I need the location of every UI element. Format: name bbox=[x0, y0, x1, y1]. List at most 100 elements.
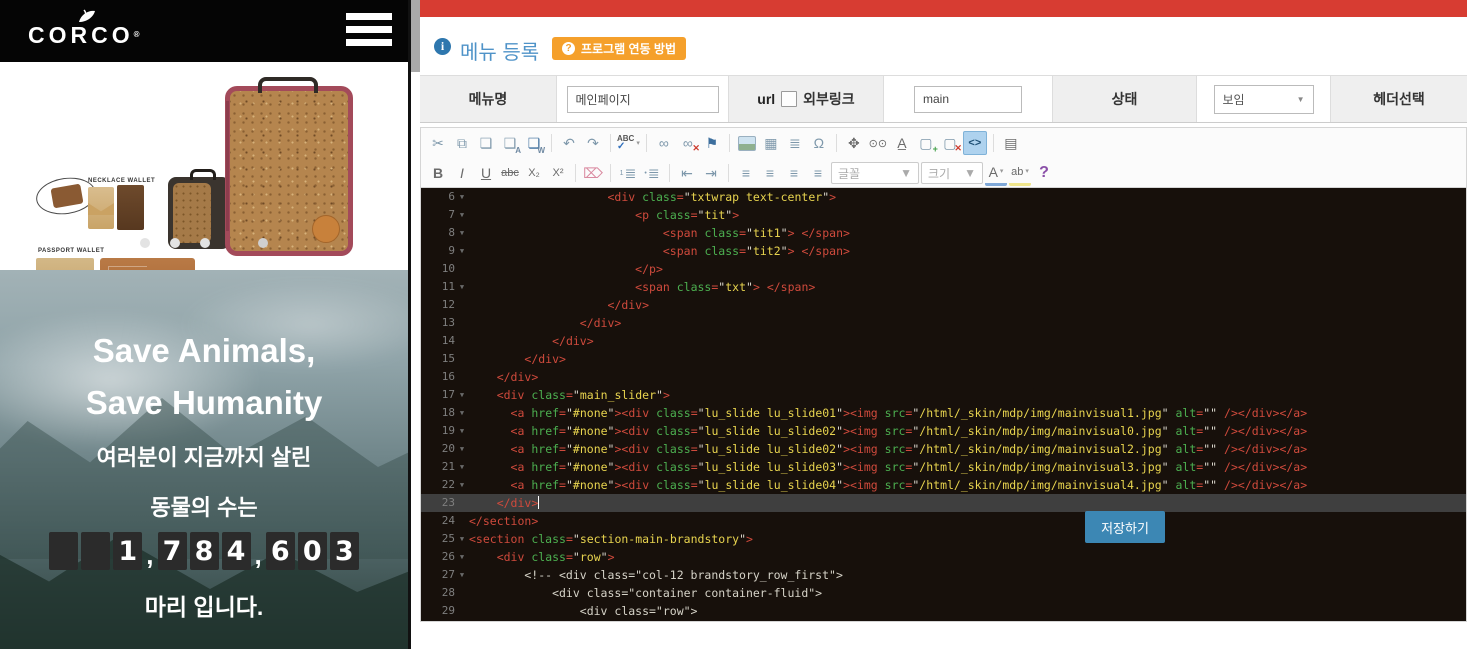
about-button[interactable]: ? bbox=[1033, 162, 1055, 184]
bubble-remove-icon[interactable]: ▢✕ bbox=[939, 132, 961, 154]
code-line-30[interactable]: 30 <div class="col-12 col-xl-5 bland-thu… bbox=[421, 620, 1466, 621]
code-line-18[interactable]: 18▼ <a href="#none"><div class="lu_slide… bbox=[421, 404, 1466, 422]
fold-arrow-icon[interactable]: ▼ bbox=[455, 188, 469, 206]
code-line-23[interactable]: 23 </div> bbox=[421, 494, 1466, 512]
fold-arrow-icon[interactable]: ▼ bbox=[455, 278, 469, 296]
code-line-12[interactable]: 12 </div> bbox=[421, 296, 1466, 314]
align-left-icon[interactable]: ≡ bbox=[735, 162, 757, 184]
cut-icon[interactable]: ✂ bbox=[427, 132, 449, 154]
subscript-button[interactable]: X₂ bbox=[523, 162, 545, 184]
anchor-flag-icon[interactable]: ⚑ bbox=[701, 132, 723, 154]
superscript-button[interactable]: X² bbox=[547, 162, 569, 184]
fold-arrow-icon[interactable]: ▼ bbox=[455, 530, 469, 548]
table-icon[interactable]: ▦ bbox=[760, 132, 782, 154]
bold-button[interactable]: B bbox=[427, 162, 449, 184]
slider-dot-2[interactable] bbox=[170, 238, 180, 248]
slider-dot-1[interactable] bbox=[140, 238, 150, 248]
code-line-25[interactable]: 25▼<section class="section-main-brandsto… bbox=[421, 530, 1466, 548]
spellcheck-icon[interactable]: ABC✓▾ bbox=[617, 132, 640, 154]
code-line-8[interactable]: 8▼ <span class="tit1"> </span> bbox=[421, 224, 1466, 242]
maximize-icon[interactable]: ✥ bbox=[843, 132, 865, 154]
hamburger-menu-icon[interactable] bbox=[346, 13, 392, 47]
code-line-7[interactable]: 7▼ <p class="tit"> bbox=[421, 206, 1466, 224]
code-line-16[interactable]: 16 </div> bbox=[421, 368, 1466, 386]
bg-color-button[interactable]: ab▾ bbox=[1009, 161, 1031, 186]
horizontal-line-icon[interactable]: ≣ bbox=[784, 132, 806, 154]
url-input[interactable] bbox=[914, 86, 1022, 113]
paste-text-icon[interactable]: ❏A bbox=[499, 132, 521, 154]
status-select[interactable]: 보임▼ bbox=[1214, 85, 1314, 114]
special-char-icon[interactable]: Ω bbox=[808, 132, 830, 154]
bubble-add-icon[interactable]: ▢+ bbox=[915, 132, 937, 154]
bullet-list-icon[interactable]: ≣• bbox=[641, 162, 663, 184]
align-right-icon[interactable]: ≡ bbox=[783, 162, 805, 184]
code-line-11[interactable]: 11▼ <span class="txt"> </span> bbox=[421, 278, 1466, 296]
code-line-14[interactable]: 14 </div> bbox=[421, 332, 1466, 350]
copy-icon[interactable]: ⧉ bbox=[451, 132, 473, 154]
brand-logo[interactable]: CORCO® bbox=[28, 8, 144, 48]
select-all-icon[interactable]: A̲ bbox=[891, 132, 913, 154]
undo-icon[interactable]: ↶ bbox=[558, 132, 580, 154]
indent-icon[interactable]: ⇥ bbox=[700, 162, 722, 184]
fold-arrow-icon[interactable]: ▼ bbox=[455, 422, 469, 440]
redo-icon[interactable]: ↷ bbox=[582, 132, 604, 154]
toolbar-separator bbox=[575, 164, 576, 182]
fold-arrow-icon[interactable]: ▼ bbox=[455, 404, 469, 422]
outdent-icon[interactable]: ⇤ bbox=[676, 162, 698, 184]
code-line-20[interactable]: 20▼ <a href="#none"><div class="lu_slide… bbox=[421, 440, 1466, 458]
code-line-10[interactable]: 10 </p> bbox=[421, 260, 1466, 278]
slider-dot-4[interactable] bbox=[258, 238, 268, 248]
underline-button[interactable]: U bbox=[475, 162, 497, 184]
image-icon[interactable] bbox=[736, 132, 758, 154]
fold-arrow-icon[interactable]: ▼ bbox=[455, 440, 469, 458]
code-line-27[interactable]: 27▼ <!-- <div class="col-12 brandstory_r… bbox=[421, 566, 1466, 584]
code-line-6[interactable]: 6▼ <div class="txtwrap text-center"> bbox=[421, 188, 1466, 206]
text-color-button[interactable]: A▾ bbox=[985, 161, 1007, 186]
fold-arrow-icon[interactable]: ▼ bbox=[455, 566, 469, 584]
title-row: i 메뉴 등록 ? 프로그램 연동 방법 bbox=[420, 17, 1467, 75]
paste-word-icon[interactable]: ❏W bbox=[523, 132, 545, 154]
unlink-icon[interactable]: ∞✕ bbox=[677, 132, 699, 154]
print-icon[interactable]: ▤ bbox=[1000, 132, 1022, 154]
remove-format-icon[interactable]: ⌦ bbox=[582, 162, 604, 184]
code-line-21[interactable]: 21▼ <a href="#none"><div class="lu_slide… bbox=[421, 458, 1466, 476]
preview-scrollbar-track[interactable] bbox=[411, 0, 420, 649]
source-code-area[interactable]: 6▼ <div class="txtwrap text-center">7▼ <… bbox=[421, 188, 1466, 621]
strike-button[interactable]: abc bbox=[499, 162, 521, 184]
code-line-19[interactable]: 19▼ <a href="#none"><div class="lu_slide… bbox=[421, 422, 1466, 440]
fold-arrow-icon[interactable]: ▼ bbox=[455, 242, 469, 260]
link-icon[interactable]: ∞ bbox=[653, 132, 675, 154]
code-line-29[interactable]: 29 <div class="row"> bbox=[421, 602, 1466, 620]
code-line-24[interactable]: 24</section> bbox=[421, 512, 1466, 530]
header-select-label: 헤더선택 bbox=[1331, 76, 1467, 122]
slider-dot-3[interactable] bbox=[200, 238, 210, 248]
align-center-icon[interactable]: ≡ bbox=[759, 162, 781, 184]
code-line-26[interactable]: 26▼ <div class="row"> bbox=[421, 548, 1466, 566]
font-select[interactable]: 글꼴▼ bbox=[831, 162, 919, 184]
find-icon[interactable]: ⊙⊙ bbox=[867, 132, 889, 154]
code-line-28[interactable]: 28 <div class="container container-fluid… bbox=[421, 584, 1466, 602]
align-justify-icon[interactable]: ≡ bbox=[807, 162, 829, 184]
menu-name-input[interactable] bbox=[567, 86, 719, 113]
size-select[interactable]: 크기▼ bbox=[921, 162, 983, 184]
preview-scrollbar-thumb[interactable] bbox=[411, 0, 420, 72]
code-line-9[interactable]: 9▼ <span class="tit2"> </span> bbox=[421, 242, 1466, 260]
code-line-22[interactable]: 22▼ <a href="#none"><div class="lu_slide… bbox=[421, 476, 1466, 494]
fold-arrow-icon[interactable]: ▼ bbox=[455, 224, 469, 242]
program-link-help-button[interactable]: ? 프로그램 연동 방법 bbox=[552, 37, 686, 60]
fold-gutter bbox=[455, 368, 469, 386]
fold-arrow-icon[interactable]: ▼ bbox=[455, 458, 469, 476]
source-button[interactable]: <> bbox=[963, 131, 987, 155]
code-line-15[interactable]: 15 </div> bbox=[421, 350, 1466, 368]
fold-arrow-icon[interactable]: ▼ bbox=[455, 548, 469, 566]
paste-icon[interactable]: ❏ bbox=[475, 132, 497, 154]
numbered-list-icon[interactable]: ≣1 bbox=[617, 162, 639, 184]
fold-arrow-icon[interactable]: ▼ bbox=[455, 476, 469, 494]
fold-arrow-icon[interactable]: ▼ bbox=[455, 206, 469, 224]
external-link-checkbox[interactable] bbox=[781, 91, 797, 107]
code-line-17[interactable]: 17▼ <div class="main_slider"> bbox=[421, 386, 1466, 404]
italic-button[interactable]: I bbox=[451, 162, 473, 184]
code-line-13[interactable]: 13 </div> bbox=[421, 314, 1466, 332]
save-button[interactable]: 저장하기 bbox=[1085, 511, 1165, 543]
fold-arrow-icon[interactable]: ▼ bbox=[455, 386, 469, 404]
